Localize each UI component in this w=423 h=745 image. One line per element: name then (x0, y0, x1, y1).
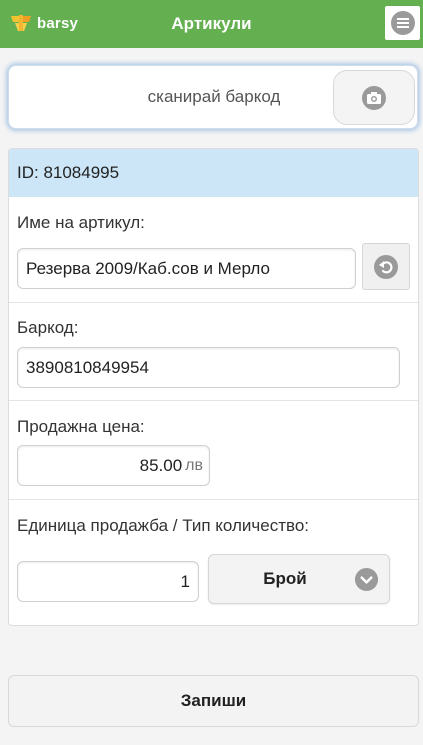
unit-select-value: Брой (263, 569, 307, 588)
item-form: ID: 81084995 Име на артикул: Резерва 200… (8, 148, 419, 626)
save-button[interactable]: Запиши (8, 675, 419, 727)
undo-icon (374, 254, 398, 279)
revert-name-button[interactable] (362, 243, 410, 290)
menu-icon (390, 11, 415, 35)
unit-label: Единица продажба / Тип количество: (17, 516, 310, 535)
camera-button[interactable] (333, 70, 415, 125)
quantity-input[interactable]: 1 (17, 561, 199, 602)
app-header: barsy Артикули (0, 0, 423, 48)
price-label: Продажна цена: (17, 417, 145, 436)
quantity-value: 1 (180, 571, 190, 591)
price-input[interactable]: 85.00 лв (17, 445, 210, 486)
price-value: 85.00 (139, 455, 183, 475)
barcode-value: 3890810849954 (26, 357, 149, 377)
separator (9, 302, 418, 303)
item-id: ID: 81084995 (9, 149, 418, 197)
scan-barcode-field[interactable]: сканирай баркод (8, 65, 418, 129)
chevron-down-icon (354, 567, 379, 592)
menu-button[interactable] (385, 6, 420, 40)
barcode-label: Баркод: (17, 318, 79, 337)
item-name-input[interactable]: Резерва 2009/Каб.сов и Мерло (17, 248, 356, 289)
separator (9, 400, 418, 401)
currency-label: лв (185, 456, 203, 474)
camera-icon (362, 85, 386, 110)
item-name-value: Резерва 2009/Каб.сов и Мерло (26, 258, 270, 278)
item-name-label: Име на артикул: (17, 213, 145, 232)
separator (9, 499, 418, 500)
barcode-input[interactable]: 3890810849954 (17, 347, 400, 388)
page-title: Артикули (171, 14, 252, 33)
unit-select[interactable]: Брой (208, 554, 390, 604)
